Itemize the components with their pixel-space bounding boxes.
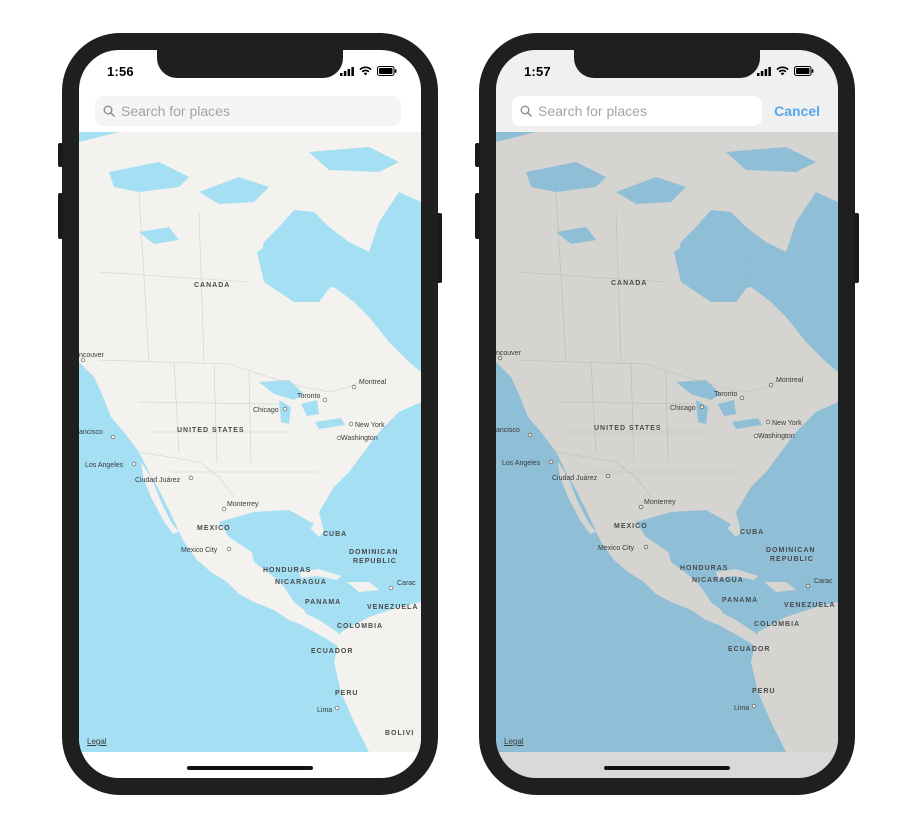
map-label-mexico: MEXICO (197, 525, 231, 532)
home-indicator[interactable] (187, 766, 313, 770)
notch (157, 50, 343, 78)
map-label-ecuador: ECUADOR (311, 648, 353, 655)
map-label-venezuela: VENEZUELA (784, 602, 835, 609)
map-label-venezuela: VENEZUELA (367, 604, 418, 611)
phone-left: 1:56 Search for places CANADA UNITED STA… (58, 33, 442, 795)
city-washington: Washington (758, 433, 795, 440)
map-label-panama: PANAMA (305, 599, 341, 606)
city-toronto: Toronto (297, 393, 320, 400)
home-indicator[interactable] (604, 766, 730, 770)
legal-link[interactable]: Legal (504, 737, 524, 746)
map-view[interactable]: CANADA UNITED STATES MEXICO CUBA DOMINIC… (79, 132, 421, 752)
mute-switch (58, 143, 63, 167)
wifi-icon (359, 66, 372, 76)
city-ciudad-juarez: Ciudad Juárez (552, 475, 598, 482)
map-label-nicaragua: NICARAGUA (275, 579, 327, 586)
volume-up-button (58, 193, 63, 239)
cancel-button[interactable]: Cancel (774, 103, 820, 119)
city-los-angeles: Los Angeles (85, 462, 124, 469)
map-label-republic: REPUBLIC (353, 558, 397, 565)
city-mexico-city: Mexico City (181, 547, 218, 554)
search-placeholder: Search for places (538, 103, 647, 119)
search-bar: Search for places Cancel (496, 90, 838, 132)
map-label-cuba: CUBA (323, 531, 347, 538)
city-new-york: New York (772, 420, 802, 427)
power-button (854, 213, 859, 283)
map-label-united-states: UNITED STATES (594, 425, 662, 432)
map-label-honduras: HONDURAS (680, 565, 728, 572)
map-label-ecuador: ECUADOR (728, 646, 770, 653)
city-lima: Lima (734, 705, 749, 712)
screen: 1:57 Search for places Cancel CANADA UNI… (496, 50, 838, 778)
search-input[interactable]: Search for places (512, 96, 762, 126)
city-new-york: New York (355, 422, 385, 429)
city-ciudad-juarez: Ciudad Juárez (135, 477, 181, 484)
city-mexico-city: Mexico City (598, 545, 635, 552)
map-label-canada: CANADA (611, 280, 647, 287)
map-label-united-states: UNITED STATES (177, 427, 245, 434)
city-los-angeles: Los Angeles (502, 460, 541, 467)
city-washington: Washington (341, 435, 378, 442)
map-canvas[interactable]: CANADA UNITED STATES MEXICO CUBA DOMINIC… (79, 132, 421, 752)
city-montreal: Montreal (359, 379, 387, 386)
map-label-colombia: COLOMBIA (337, 623, 383, 630)
map-label-colombia: COLOMBIA (754, 621, 800, 628)
legal-link[interactable]: Legal (87, 737, 107, 746)
search-icon (103, 105, 115, 117)
city-caracas: Carac (397, 580, 416, 587)
search-bar: Search for places (79, 90, 421, 132)
city-chicago: Chicago (670, 405, 696, 412)
screen: 1:56 Search for places CANADA UNITED STA… (79, 50, 421, 778)
map-label-republic: REPUBLIC (770, 556, 814, 563)
city-san-francisco: ancisco (79, 429, 103, 436)
volume-up-button (475, 193, 480, 239)
wifi-icon (776, 66, 789, 76)
battery-icon (794, 66, 814, 76)
map-view[interactable]: CANADA UNITED STATES MEXICO CUBA DOMINIC… (496, 132, 838, 752)
city-lima: Lima (317, 707, 332, 714)
city-monterrey: Monterrey (227, 501, 259, 508)
city-toronto: Toronto (714, 391, 737, 398)
city-monterrey: Monterrey (644, 499, 676, 506)
map-label-bolivia: BOLIVI (385, 730, 414, 737)
map-label-dominican: DOMINICAN (766, 547, 815, 554)
city-chicago: Chicago (253, 407, 279, 414)
map-label-honduras: HONDURAS (263, 567, 311, 574)
map-label-panama: PANAMA (722, 597, 758, 604)
search-input[interactable]: Search for places (95, 96, 401, 126)
notch (574, 50, 760, 78)
map-label-nicaragua: NICARAGUA (692, 577, 744, 584)
city-caracas: Carac (814, 578, 833, 585)
search-placeholder: Search for places (121, 103, 230, 119)
mute-switch (475, 143, 480, 167)
power-button (437, 213, 442, 283)
map-label-canada: CANADA (194, 282, 230, 289)
signal-icon (757, 66, 771, 76)
map-label-peru: PERU (752, 688, 775, 695)
city-san-francisco: ancisco (496, 427, 520, 434)
signal-icon (340, 66, 354, 76)
map-label-dominican: DOMINICAN (349, 549, 398, 556)
status-time: 1:56 (107, 64, 134, 79)
phone-right: 1:57 Search for places Cancel CANADA UNI… (475, 33, 859, 795)
map-canvas[interactable]: CANADA UNITED STATES MEXICO CUBA DOMINIC… (496, 132, 838, 752)
map-label-mexico: MEXICO (614, 523, 648, 530)
map-label-peru: PERU (335, 690, 358, 697)
search-icon (520, 105, 532, 117)
status-time: 1:57 (524, 64, 551, 79)
battery-icon (377, 66, 397, 76)
city-montreal: Montreal (776, 377, 804, 384)
map-label-cuba: CUBA (740, 529, 764, 536)
